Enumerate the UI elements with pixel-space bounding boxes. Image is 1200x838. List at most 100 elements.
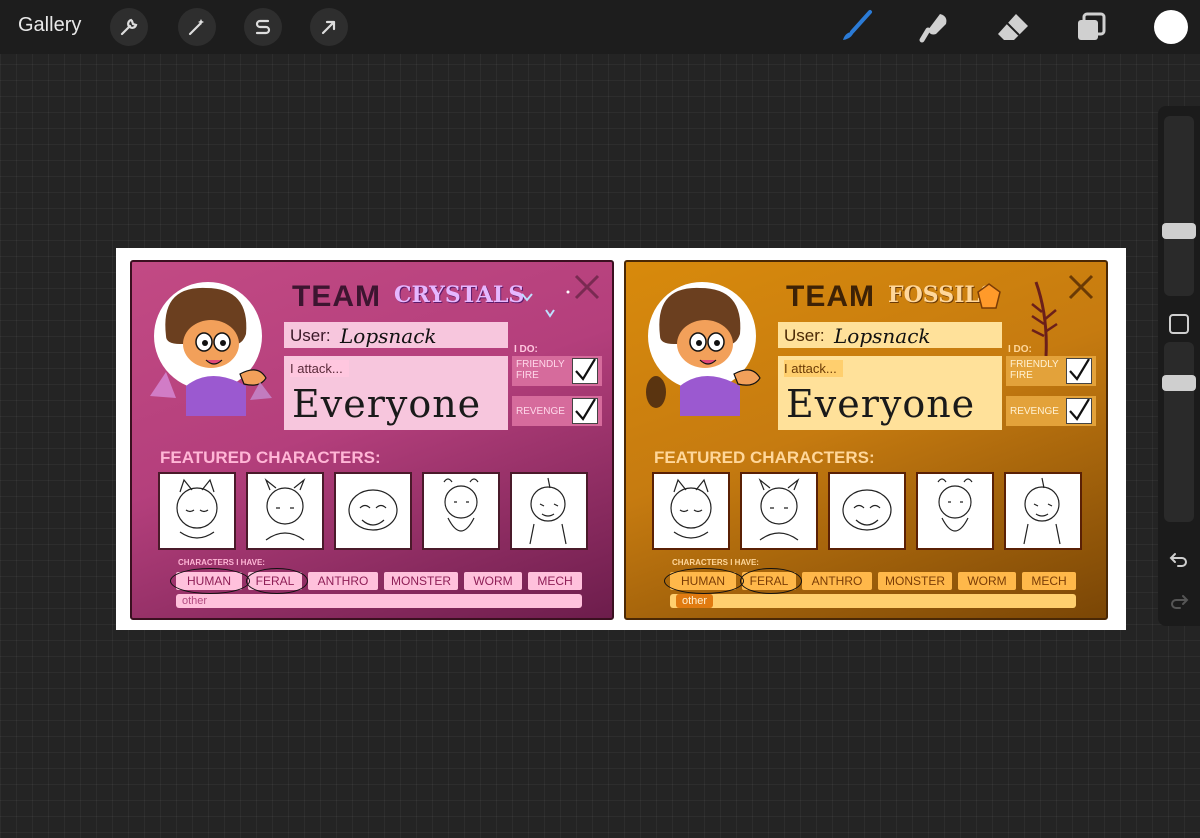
redo-icon: [1171, 595, 1189, 609]
revenge-option: REVENGE: [512, 396, 602, 426]
circle-annotation: [664, 568, 744, 594]
character-slot: [246, 472, 324, 550]
character-sketch: [443, 478, 479, 532]
team-fossils-card: TEAM FOSSILS User: Lopsnack I attack... …: [624, 260, 1108, 620]
brush-tool[interactable]: [836, 8, 876, 46]
top-toolbar: Gallery: [0, 0, 1200, 54]
color-picker-button[interactable]: [1154, 10, 1188, 44]
chip-anthro: ANTHRO: [802, 572, 872, 590]
attack-field: I attack... Everyone: [778, 356, 1002, 430]
other-label: other: [182, 595, 208, 607]
check-mark-icon: [575, 398, 596, 421]
featured-characters-title: FEATURED CHARACTERS:: [654, 448, 875, 467]
eraser-icon: [998, 14, 1028, 40]
circle-annotation: [740, 568, 802, 594]
chip-worm: WORM: [958, 572, 1016, 590]
revenge-checkbox: [1066, 398, 1092, 424]
character-sketch: [348, 489, 398, 531]
circle-annotation: [170, 568, 250, 594]
attack-label: I attack...: [784, 360, 843, 377]
hearts-doodle: [521, 290, 570, 318]
undo-button[interactable]: [1169, 550, 1189, 574]
friendly-fire-label: FRIENDLY FIRE: [516, 359, 565, 381]
attack-label: I attack...: [290, 360, 349, 377]
move-arrow-icon: [321, 20, 336, 35]
character-sketch: [670, 478, 712, 539]
revenge-label: REVENGE: [516, 406, 565, 417]
character-sketch: [264, 478, 306, 541]
close-x-icon: [574, 274, 600, 300]
check-mark-icon: [575, 358, 596, 381]
actions-button[interactable]: [110, 8, 148, 46]
brush-size-knob[interactable]: [1162, 223, 1196, 239]
chip-mech: MECH: [528, 572, 582, 590]
magic-wand-icon: [188, 19, 204, 36]
character-sketch: [529, 477, 567, 545]
gallery-button[interactable]: Gallery: [18, 14, 81, 37]
check-mark-icon: [1069, 398, 1090, 421]
user-label: User:: [784, 326, 825, 345]
character-slot: [158, 472, 236, 550]
revenge-checkbox: [572, 398, 598, 424]
chip-mech: MECH: [1022, 572, 1076, 590]
wrench-icon: [120, 18, 138, 36]
opacity-knob[interactable]: [1162, 375, 1196, 391]
side-toolbar: [1158, 106, 1200, 626]
circle-annotation: [246, 568, 308, 594]
eraser-tool[interactable]: [994, 8, 1034, 46]
character-sketch: [842, 489, 892, 531]
drawing-canvas[interactable]: TEAM CRYSTALS User: Lopsnack I attack...…: [116, 248, 1126, 630]
opacity-slider[interactable]: [1162, 342, 1196, 522]
other-field: other: [670, 594, 1076, 608]
modify-button[interactable]: [1169, 314, 1189, 334]
character-slot: [422, 472, 500, 550]
adjustments-button[interactable]: [178, 8, 216, 46]
avatar-drawing: [646, 282, 761, 416]
brush-icon: [843, 10, 872, 40]
layers-tool[interactable]: [1072, 8, 1112, 46]
revenge-label: REVENGE: [1010, 406, 1059, 417]
team-name: CRYSTALS: [394, 282, 525, 308]
friendly-fire-checkbox: [1066, 358, 1092, 384]
selection-s-icon: [255, 19, 271, 35]
other-field: other: [176, 594, 582, 608]
character-sketch: [176, 478, 218, 539]
transform-button[interactable]: [310, 8, 348, 46]
chip-monster: MONSTER: [384, 572, 458, 590]
friendly-fire-option: FRIENDLY FIRE: [1006, 356, 1096, 386]
characters-i-have-label: CHARACTERS I HAVE:: [178, 558, 265, 567]
character-slot: [828, 472, 906, 550]
close-x-icon: [1068, 274, 1094, 300]
character-slot: [1004, 472, 1082, 550]
brush-size-slider[interactable]: [1162, 116, 1196, 296]
avatar-drawing: [150, 282, 272, 416]
character-slot: [740, 472, 818, 550]
chip-monster: MONSTER: [878, 572, 952, 590]
team-word: TEAM: [786, 280, 875, 313]
character-slot: [652, 472, 730, 550]
ido-label: I DO:: [514, 344, 538, 355]
layers-icon: [1078, 12, 1106, 40]
character-sketch: [937, 478, 973, 532]
attack-field: I attack... Everyone: [284, 356, 508, 430]
character-slot: [916, 472, 994, 550]
chip-anthro: ANTHRO: [308, 572, 378, 590]
team-word: TEAM: [292, 280, 381, 313]
smudge-icon: [919, 14, 947, 43]
friendly-fire-label: FRIENDLY FIRE: [1010, 359, 1059, 381]
user-label: User:: [290, 326, 331, 345]
user-field: User: Lopsnack: [284, 322, 508, 348]
ido-label: I DO:: [1008, 344, 1032, 355]
character-sketch: [1023, 477, 1061, 545]
selection-button[interactable]: [244, 8, 282, 46]
other-label: other: [676, 594, 714, 608]
friendly-fire-checkbox: [572, 358, 598, 384]
chip-worm: WORM: [464, 572, 522, 590]
smudge-tool[interactable]: [914, 8, 954, 46]
undo-icon: [1169, 553, 1187, 567]
user-value: Lopsnack: [834, 324, 931, 348]
redo-button[interactable]: [1169, 592, 1189, 616]
character-sketch: [758, 478, 800, 541]
character-slot: [510, 472, 588, 550]
friendly-fire-option: FRIENDLY FIRE: [512, 356, 602, 386]
